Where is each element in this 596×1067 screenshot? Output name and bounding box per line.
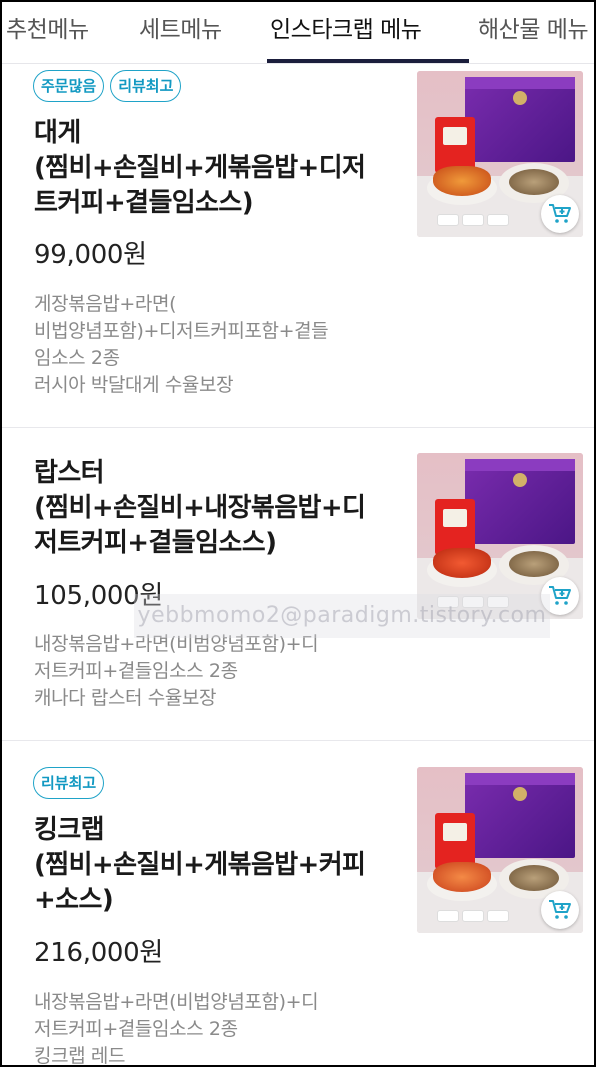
tab-instacrab-menu[interactable]: 인스타크랩 메뉴	[270, 10, 422, 44]
lobster-set-photo[interactable]	[417, 453, 583, 619]
tab-recommended[interactable]: 추천메뉴	[6, 10, 89, 44]
badge-top-review: 리뷰최고	[110, 70, 182, 102]
item-price: 105,000원	[34, 581, 164, 611]
add-to-cart-button[interactable]	[541, 195, 579, 233]
tab-seafood-menu[interactable]: 해산물 메뉴	[478, 10, 589, 44]
active-tab-indicator	[267, 59, 469, 63]
add-to-cart-button[interactable]	[541, 577, 579, 615]
cart-add-icon	[549, 586, 571, 605]
item-name: 킹크랩 (찜비+손질비+게볶음밥+커피 +소스)	[34, 815, 366, 915]
menu-item-lobster[interactable]: 랍스터 (찜비+손질비+내장볶음밥+디 저트커피+곁들임소스) 105,000원…	[2, 428, 594, 741]
badge-group: 주문많음 리뷰최고	[33, 70, 182, 102]
item-description: 게장볶음밥+라면( 비법양념포함)+디저트커피포함+곁들 임소스 2종 러시아 …	[34, 293, 329, 396]
kingcrab-set-photo[interactable]	[417, 767, 583, 933]
badge-top-review: 리뷰최고	[33, 767, 105, 799]
cart-add-icon	[549, 204, 571, 223]
badge-popular: 주문많음	[33, 70, 105, 102]
item-name: 대게 (찜비+손질비+게볶음밥+디저 트커피+곁들임소스)	[34, 118, 366, 218]
add-to-cart-button[interactable]	[541, 891, 579, 929]
cart-add-icon	[549, 900, 571, 919]
item-description: 내장볶음밥+라면(비법양념포함)+디 저트커피+곁들임소스 2종 킹크랩 레드	[34, 991, 319, 1065]
badge-group: 리뷰최고	[33, 767, 105, 799]
item-name: 랍스터 (찜비+손질비+내장볶음밥+디 저트커피+곁들임소스)	[34, 458, 366, 558]
menu-item-king-crab[interactable]: 리뷰최고 킹크랩 (찜비+손질비+게볶음밥+커피 +소스) 216,000원 내…	[2, 741, 594, 1065]
item-description: 내장볶음밥+라면(비범양념포함)+디 저트커피+곁들임소스 2종 캐나다 랍스터…	[34, 633, 319, 709]
category-tabs: 추천메뉴 세트메뉴 인스타크랩 메뉴 해산물 메뉴	[2, 2, 594, 64]
crab-set-photo[interactable]	[417, 71, 583, 237]
item-price: 99,000원	[34, 240, 147, 270]
item-price: 216,000원	[34, 938, 164, 968]
tab-set-menu[interactable]: 세트메뉴	[139, 10, 222, 44]
menu-screen: 추천메뉴 세트메뉴 인스타크랩 메뉴 해산물 메뉴 주문많음 리뷰최고 대게 (…	[2, 2, 594, 1065]
menu-item-snow-crab[interactable]: 주문많음 리뷰최고 대게 (찜비+손질비+게볶음밥+디저 트커피+곁들임소스) …	[2, 64, 594, 428]
